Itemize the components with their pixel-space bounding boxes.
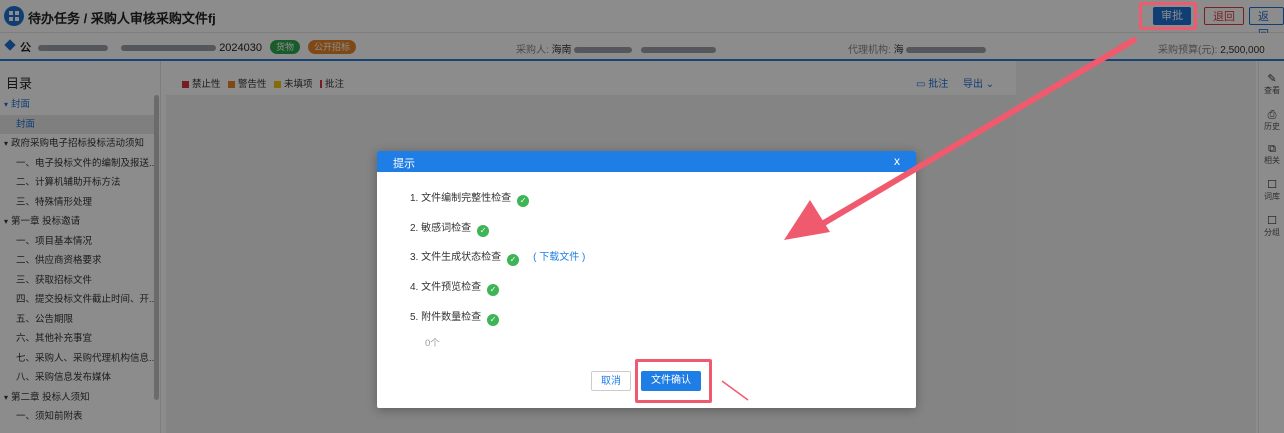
highlight-confirm: [635, 359, 712, 403]
check-circle-icon: ✓: [517, 195, 530, 207]
check-circle-icon: ✓: [487, 284, 500, 296]
check-label: 3. 文件生成状态检查: [410, 252, 502, 263]
close-icon[interactable]: x: [894, 154, 900, 168]
cancel-button[interactable]: 取消: [591, 371, 631, 391]
check-item-generation: 3. 文件生成状态检查 ✓ ( 下载文件 ): [410, 251, 585, 266]
dialog-title: 提示: [393, 158, 415, 170]
download-file-link[interactable]: ( 下载文件 ): [533, 252, 585, 263]
check-circle-icon: ✓: [477, 225, 490, 237]
check-circle-icon: ✓: [487, 314, 500, 326]
check-item-preview: 4. 文件预览检查 ✓: [410, 281, 500, 296]
check-item-attachments: 5. 附件数量检查 ✓: [410, 311, 500, 326]
check-label: 5. 附件数量检查: [410, 312, 482, 323]
check-item-sensitive-words: 2. 敏感词检查 ✓: [410, 222, 490, 237]
check-label: 4. 文件预览检查: [410, 282, 482, 293]
attachment-count: 0个: [425, 338, 440, 349]
dialog-header: 提示 x: [377, 151, 916, 172]
check-circle-icon: ✓: [507, 254, 520, 266]
check-label: 2. 敏感词检查: [410, 223, 472, 234]
check-label: 1. 文件编制完整性检查: [410, 193, 512, 204]
check-item-completeness: 1. 文件编制完整性检查 ✓: [410, 192, 530, 207]
highlight-approve: [1139, 2, 1197, 30]
